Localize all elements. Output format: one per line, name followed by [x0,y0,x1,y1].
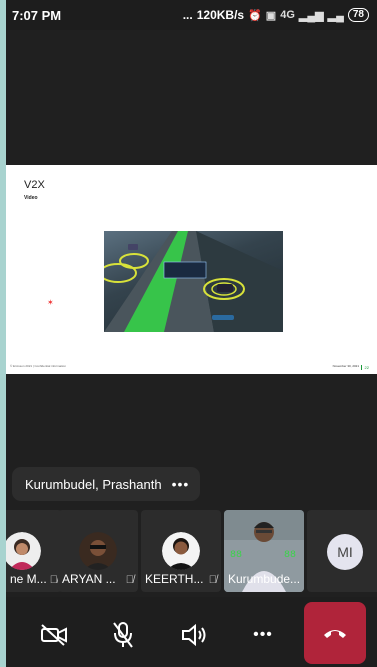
status-right: ... 120KB/s ⏰ ▣ 4G ▂▄▆ ▂▄ 78 [183,8,369,22]
network-type: 4G [280,9,295,21]
participant-tile[interactable]: MI [307,510,377,592]
slide-footer-left: © Ericsson 2021 | Confidential informati… [10,364,67,368]
alarm-icon: ⏰ [248,9,262,22]
participant-tile[interactable]: ARYAN ... 🎙̸ [58,510,138,592]
shared-slide[interactable]: V2X Video ✶ © Ericsson 2021 | Confidenti… [6,165,377,374]
participant-tile[interactable]: ne M... 🎙̸ [6,510,62,592]
end-call-button[interactable] [304,602,366,664]
volte-icon: ▣ [265,9,277,22]
camera-off-button[interactable] [34,615,74,655]
participant-strip[interactable]: ne M... 🎙̸ ARYAN ... 🎙̸ KEERTH... 🎙̸ 88 … [6,510,377,592]
participant-initials: MI [327,534,363,570]
camera-off-icon [41,624,67,646]
participant-tile[interactable]: KEERTH... 🎙̸ [141,510,221,592]
participant-avatar [162,532,200,570]
mic-off-icon: 🎙̸ [49,574,58,586]
presenter-name: Kurumbudel, Prashanth [25,476,162,492]
speaker-button[interactable] [174,615,214,655]
hang-up-icon [324,630,346,638]
signal-weak-icon: ▂▄ [327,9,344,22]
slide-footer-date: November 30, 2021 [332,364,359,368]
status-time: 7:07 PM [12,7,62,23]
presenter-name-pill[interactable]: Kurumbudel, Prashanth ••• [12,467,200,501]
presenter-more-button[interactable]: ••• [172,476,190,492]
signal-icon: ▂▄▆ [298,9,324,22]
more-options-button[interactable]: ••• [243,615,283,655]
slide-page-number: 22 [360,365,369,370]
meeting-screen: 7:07 PM ... 120KB/s ⏰ ▣ 4G ▂▄▆ ▂▄ 78 V2X… [6,0,377,667]
mic-off-icon: 🎙̸ [208,574,217,586]
status-dots: ... [182,8,193,22]
laser-pointer-icon: ✶ [47,298,54,307]
svg-text:88: 88 [284,550,296,561]
slide-video[interactable] [104,231,283,332]
svg-text:88: 88 [230,550,242,561]
participant-avatar [6,532,41,570]
battery-icon: 78 [347,8,369,22]
participant-name: ne M... [10,572,47,586]
mic-off-button[interactable] [103,615,143,655]
slide-title: V2X [24,179,45,191]
speaker-icon [182,623,206,647]
call-controls: ••• [6,597,377,667]
participant-name: ARYAN ... [62,572,116,586]
network-speed: 120KB/s [196,8,245,22]
participant-name: KEERTH... [145,572,204,586]
mic-off-icon: 🎙̸ [125,574,134,586]
participant-name: Kurumbude... [228,572,301,586]
participant-video-tile[interactable]: 88 88 Kurumbude... [224,510,304,592]
status-bar: 7:07 PM ... 120KB/s ⏰ ▣ 4G ▂▄▆ ▂▄ 78 [6,0,377,30]
slide-subtitle: Video [24,195,38,201]
participant-avatar [79,532,117,570]
road-illustration [104,231,283,332]
mic-off-icon [113,622,133,648]
